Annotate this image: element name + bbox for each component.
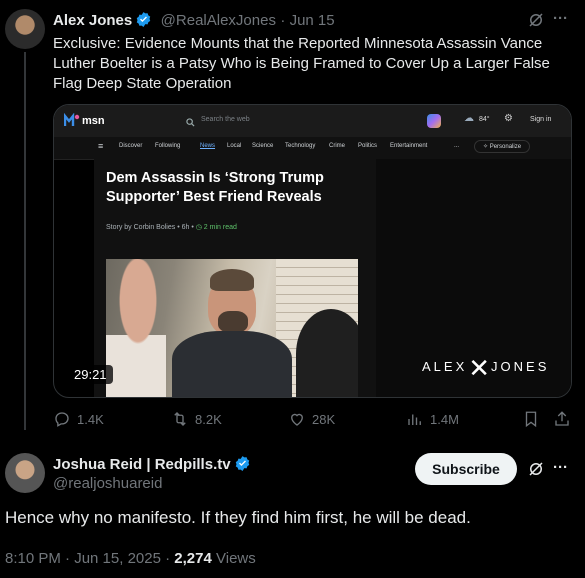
- msn-menu-icon: ≡: [98, 141, 104, 151]
- msn-nav-item: Technology: [285, 143, 316, 149]
- msn-search-placeholder: Search the web: [201, 116, 250, 123]
- alex-jones-watermark: ALEX✕JONES: [422, 353, 549, 384]
- tweet-text-line: Exclusive: Evidence Mounts that the Repo…: [53, 35, 543, 52]
- msn-logo-text: msn: [82, 115, 105, 127]
- views-chart-icon: [408, 414, 421, 425]
- copilot-icon: [427, 114, 441, 128]
- thread-line: [24, 52, 26, 430]
- grok-icon[interactable]: [527, 11, 545, 34]
- author-handle[interactable]: @RealAlexJones: [161, 12, 276, 29]
- heart-icon: [291, 413, 303, 426]
- reply-timestamp[interactable]: 8:10 PM · Jun 15, 2025 ·: [5, 550, 170, 567]
- article-headline: Dem Assassin Is ‘Strong Trump Supporter’…: [106, 170, 324, 205]
- signin-link: Sign in: [530, 116, 552, 123]
- tweet-text-line: Luther Boelter is a Patsy Who is Being F…: [53, 55, 550, 72]
- views-action[interactable]: 1.4M: [406, 410, 459, 428]
- tweet-date[interactable]: · Jun 15: [280, 12, 334, 29]
- reply-author-handle[interactable]: @realjoshuareid: [53, 475, 162, 492]
- subscribe-button[interactable]: Subscribe: [415, 453, 517, 485]
- msn-personalize: ✧ Personalize: [474, 140, 531, 153]
- article-byline: Story by Corbin Bolies • 6h • ◷ 2 min re…: [106, 223, 237, 231]
- share-icon[interactable]: [553, 410, 571, 433]
- brand-right: JONES: [491, 359, 550, 374]
- author-header: Alex Jones @RealAlexJones · Jun 15: [53, 11, 335, 33]
- reply-text: Hence why no manifesto. If they find him…: [5, 508, 471, 527]
- settings-gear-icon: ⚙: [504, 113, 513, 124]
- msn-nav-item: Politics: [358, 143, 378, 149]
- msn-personalize-label: Personalize: [489, 144, 522, 150]
- msn-nav-item: Entertainment: [390, 143, 428, 149]
- video-duration: 29:21: [68, 365, 113, 384]
- more-options-icon[interactable]: ···: [553, 10, 568, 27]
- like-action[interactable]: 28K: [288, 410, 335, 428]
- msn-nav-item: Discover: [119, 143, 143, 149]
- repost-action[interactable]: 8.2K: [171, 410, 222, 428]
- verified-badge-icon: [234, 455, 251, 477]
- msn-search-icon: [186, 114, 195, 132]
- views-count: 1.4M: [430, 411, 459, 427]
- reply-icon: [55, 412, 69, 427]
- article-panel: Dem Assassin Is ‘Strong Trump Supporter’…: [94, 159, 376, 397]
- tweet-text-line: Flag Deep State Operation: [53, 75, 232, 92]
- like-count: 28K: [312, 411, 336, 427]
- msn-nav-item: News: [200, 143, 216, 149]
- tweet-text: Exclusive: Evidence Mounts that the Repo…: [53, 34, 573, 94]
- msn-header: msn Search the web ☁ 84° ⚙ Sign in: [54, 105, 571, 137]
- brand-x-icon: ✕: [468, 353, 491, 383]
- msn-nav-item: Crime: [329, 143, 345, 149]
- reply-author-header: Joshua Reid | Redpills.tv: [53, 455, 251, 477]
- repost-icon: [174, 412, 186, 426]
- msn-nav-item: ...: [454, 143, 460, 149]
- grok-icon[interactable]: [527, 460, 545, 483]
- msn-nav-item: Following: [155, 143, 181, 149]
- msn-logo-icon: [63, 112, 80, 132]
- reply-count: 1.4K: [77, 411, 104, 427]
- repost-count: 8.2K: [195, 411, 222, 427]
- article-photo: [106, 259, 358, 397]
- msn-nav-bar: ≡ Discover Following News Local Science …: [54, 137, 571, 160]
- msn-nav-item: Science: [252, 143, 274, 149]
- reply-views-label: Views: [216, 550, 256, 567]
- clock-icon: ◷: [195, 224, 202, 231]
- author-avatar[interactable]: [5, 9, 45, 49]
- author-name[interactable]: Alex Jones: [53, 12, 132, 29]
- bookmark-icon[interactable]: [522, 410, 540, 433]
- byline-text: Story by Corbin Bolies • 6h •: [106, 224, 194, 231]
- brand-left: ALEX: [422, 359, 468, 374]
- reply-author-name[interactable]: Joshua Reid | Redpills.tv: [53, 456, 231, 473]
- weather-temp: 84°: [479, 116, 490, 123]
- read-time: 2 min read: [203, 224, 237, 231]
- more-options-icon[interactable]: ···: [553, 459, 568, 476]
- msn-nav-item: Local: [227, 143, 242, 149]
- reply-view-count: 2,274: [174, 550, 212, 567]
- reply-author-avatar[interactable]: [5, 453, 45, 493]
- verified-badge-icon: [135, 11, 152, 33]
- reply-action[interactable]: 1.4K: [53, 410, 104, 428]
- reply-meta: 8:10 PM · Jun 15, 2025 · 2,274 Views: [5, 550, 256, 567]
- weather-icon: ☁: [464, 113, 474, 124]
- video-media-card[interactable]: msn Search the web ☁ 84° ⚙ Sign in ≡ Dis…: [53, 104, 572, 398]
